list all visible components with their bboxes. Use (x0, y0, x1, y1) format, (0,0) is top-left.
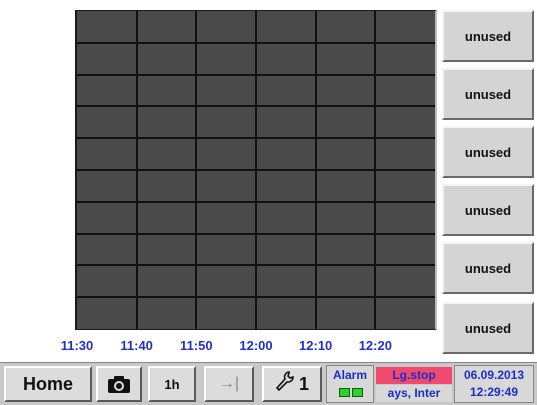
time-tick-label: 12:20 (358, 338, 392, 353)
time-tick-label: 11:40 (120, 338, 153, 353)
channel-button-label: unused (464, 144, 512, 160)
channel-button-2[interactable]: unused (442, 68, 534, 120)
date-text: 06.09.2013 (463, 368, 525, 382)
logger-status: Lg.stop (376, 367, 452, 384)
alarm-indicator[interactable]: Alarm (326, 365, 374, 403)
channel-button-label: unused (464, 320, 512, 336)
channel-button-4[interactable]: unused (442, 184, 534, 236)
chart-grid (77, 11, 435, 329)
screen: 11:30 11:40 11:50 12:00 12:10 12:20 unused un… (0, 0, 537, 405)
channel-button-5[interactable]: unused (442, 242, 534, 294)
alarm-led-2 (352, 388, 363, 397)
channel-button-label: unused (464, 260, 512, 276)
home-button[interactable]: Home (4, 366, 92, 402)
time-range-button[interactable]: 1h (148, 366, 196, 402)
datetime-display[interactable]: 06.09.2013 12:29:49 (454, 365, 534, 403)
settings-button[interactable]: 1 (262, 366, 322, 402)
channel-button-3[interactable]: unused (442, 126, 534, 178)
jump-to-end-button[interactable]: →| (204, 366, 254, 402)
logger-status-panel[interactable]: Lg.stop ays, Inter (376, 365, 452, 403)
time-tick-label: 12:10 (299, 338, 333, 353)
time-text: 12:29:49 (469, 385, 519, 399)
alarm-label: Alarm (332, 368, 367, 382)
wrench-icon (275, 370, 295, 398)
time-tick-label: 12:00 (239, 338, 273, 353)
screenshot-button[interactable] (96, 366, 142, 402)
bottom-toolbar: Home 1h →| 1 Alarm Lg.stop ays, Inter 06… (0, 362, 537, 405)
channel-button-column: unused unused unused unused unused unuse… (442, 10, 537, 355)
alarm-led-1 (339, 388, 350, 397)
camera-icon (108, 376, 130, 393)
home-button-label: Home (22, 373, 73, 394)
channel-button-label: unused (464, 202, 512, 218)
settings-count: 1 (298, 373, 309, 394)
time-tick-label: 11:30 (60, 338, 94, 353)
channel-button-6[interactable]: unused (442, 302, 534, 354)
channel-button-label: unused (464, 86, 512, 102)
time-range-label: 1h (164, 376, 180, 392)
time-tick-label: 11:50 (180, 338, 213, 353)
trend-chart (75, 10, 437, 330)
time-axis: 11:30 11:40 11:50 12:00 12:10 12:20 (0, 338, 440, 356)
jump-to-end-icon: →| (218, 375, 240, 392)
channel-button-label: unused (464, 28, 512, 44)
logger-info: ays, Inter (376, 385, 452, 402)
channel-button-1[interactable]: unused (442, 10, 534, 62)
